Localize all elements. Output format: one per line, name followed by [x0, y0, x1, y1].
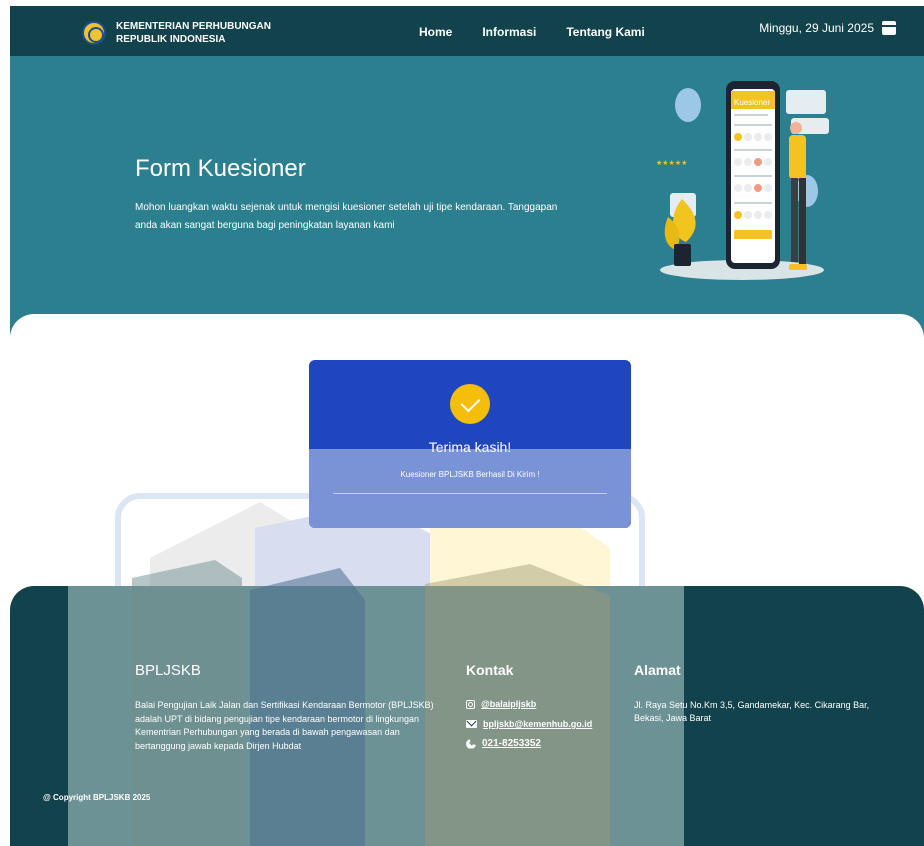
- calendar-icon: [882, 21, 896, 35]
- instagram-link[interactable]: @balaipljskb: [466, 699, 536, 709]
- copyright-text: @ Copyright BPLJSKB 2025: [43, 793, 151, 802]
- footer-description: Balai Pengujian Laik Jalan dan Sertifika…: [135, 700, 434, 751]
- footer-brand: BPLJSKB: [135, 662, 201, 679]
- top-navbar: KEMENTERIAN PERHUBUNGAN REPUBLIK INDONES…: [10, 6, 924, 56]
- current-date-text: Minggu, 29 Juni 2025: [759, 21, 874, 35]
- current-date: Minggu, 29 Juni 2025: [759, 21, 896, 35]
- email-address: bpljskb@kemenhub.go.id: [483, 719, 593, 729]
- main-navigation: Home Informasi Tentang Kami: [419, 25, 645, 39]
- hero-title: Form Kuesioner: [135, 155, 306, 182]
- phone-icon: [466, 738, 476, 749]
- success-card: Terima kasih! Kuesioner BPLJSKB Berhasil…: [309, 360, 631, 528]
- instagram-icon: [466, 699, 475, 709]
- illustration-title: Kuesioner: [734, 98, 770, 107]
- alamat-heading: Alamat: [634, 662, 681, 678]
- page: KEMENTERIAN PERHUBUNGAN REPUBLIK INDONES…: [0, 0, 924, 846]
- ministry-logo-icon: [82, 21, 106, 45]
- success-title: Terima kasih!: [428, 439, 512, 455]
- org-name-line-2: REPUBLIK INDONESIA: [116, 34, 226, 45]
- nav-informasi-link[interactable]: Informasi: [482, 25, 536, 39]
- hero-section: Form Kuesioner Mohon luangkan waktu seje…: [10, 56, 924, 356]
- email-icon: [466, 720, 477, 728]
- org-name-line-1: KEMENTERIAN PERHUBUNGAN: [116, 21, 272, 32]
- card-lower-panel: [309, 449, 631, 528]
- rating-stars-icon: ★★★★★: [656, 159, 687, 167]
- nav-tentang-kami-link[interactable]: Tentang Kami: [566, 25, 644, 39]
- address-text: Jl. Raya Setu No.Km 3,5, Gandamekar, Kec…: [634, 700, 870, 723]
- success-message: Kuesioner BPLJSKB Berhasil Di Kirim !: [400, 470, 540, 479]
- organization-name: KEMENTERIAN PERHUBUNGAN REPUBLIK INDONES…: [116, 20, 271, 46]
- hero-description: Mohon luangkan waktu sejenak untuk mengi…: [135, 202, 558, 231]
- phone-link[interactable]: 021-8253352: [466, 738, 541, 749]
- phone-number: 021-8253352: [482, 738, 541, 749]
- kontak-heading: Kontak: [466, 662, 514, 678]
- check-icon: [450, 384, 490, 424]
- nav-home-link[interactable]: Home: [419, 25, 452, 39]
- questionnaire-illustration: Kuesioner ★★★★★: [656, 81, 829, 280]
- email-link[interactable]: bpljskb@kemenhub.go.id: [466, 719, 592, 729]
- instagram-handle: @balaipljskb: [481, 699, 537, 709]
- card-divider: [333, 493, 607, 494]
